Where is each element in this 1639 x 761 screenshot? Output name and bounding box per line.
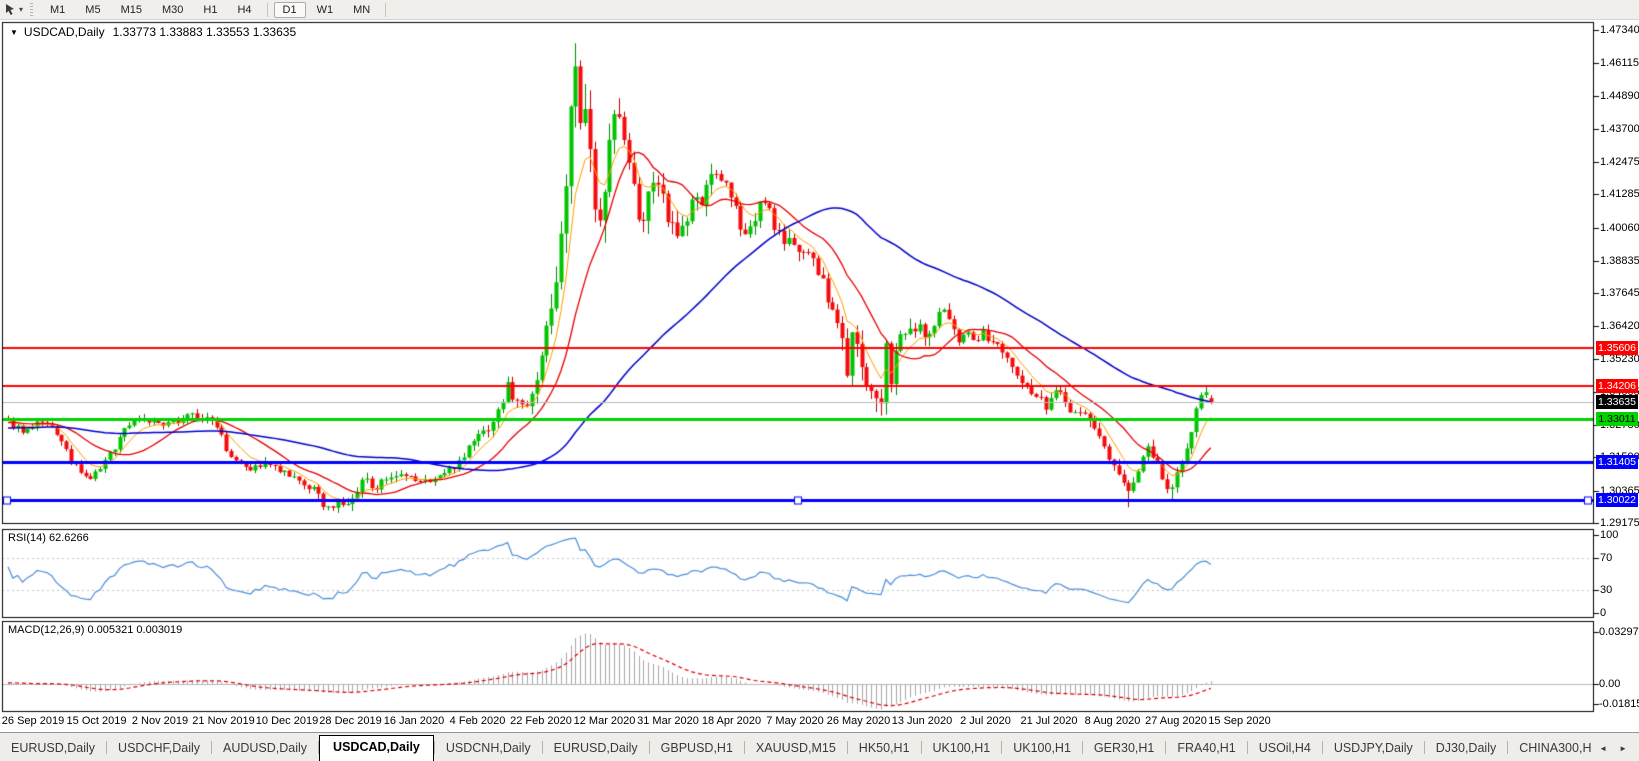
- chart-tab-uk100-h1[interactable]: UK100,H1: [922, 736, 1002, 761]
- chart-ohlc-values: 1.33773 1.33883 1.33553 1.33635: [112, 25, 297, 39]
- chart-tab-usoil-h4[interactable]: USOil,H4: [1248, 736, 1322, 761]
- macd-indicator-label: MACD(12,26,9) 0.005321 0.003019: [8, 624, 183, 636]
- timeframe-button-h1[interactable]: H1: [194, 2, 226, 18]
- chart-tab-gbpusd-h1[interactable]: GBPUSD,H1: [650, 736, 744, 761]
- chart-tab-audusd-daily[interactable]: AUDUSD,Daily: [212, 736, 318, 761]
- timeframe-button-h4[interactable]: H4: [228, 2, 260, 18]
- chart-symbol-label: USDCAD,Daily: [23, 25, 105, 39]
- timeframe-button-m30[interactable]: M30: [153, 2, 192, 18]
- timeframe-button-mn[interactable]: MN: [344, 2, 379, 18]
- chevron-down-icon[interactable]: ▾: [19, 5, 23, 14]
- chart-tab-china300-h1[interactable]: CHINA300,H1: [1508, 736, 1591, 761]
- chart-tab-xauusd-m15[interactable]: XAUUSD,M15: [745, 736, 847, 761]
- chart-tab-bar: EURUSD,Daily USDCHF,Daily AUDUSD,Daily USDC…: [0, 732, 1639, 761]
- timeframe-button-w1[interactable]: W1: [308, 2, 343, 18]
- chart-cursor-icon[interactable]: [4, 3, 17, 16]
- tab-scroll-arrows: ◄ ►: [1591, 744, 1639, 761]
- chart-tab-usdjpy-daily[interactable]: USDJPY,Daily: [1323, 736, 1424, 761]
- chart-tab-usdchf-daily[interactable]: USDCHF,Daily: [107, 736, 211, 761]
- toolbar-separator: [385, 2, 387, 17]
- chart-tab-uk100-h1[interactable]: UK100,H1: [1002, 736, 1082, 761]
- chart-tab-dj30-daily[interactable]: DJ30,Daily: [1425, 736, 1507, 761]
- timeframe-button-m1[interactable]: M1: [41, 2, 74, 18]
- chart-title: ▼ USDCAD,Daily 1.33773 1.33883 1.33553 1.3…: [10, 25, 296, 39]
- chart-tab-fra40-h1[interactable]: FRA40,H1: [1166, 736, 1246, 761]
- toolbar: ▾ M1 M5 M15 M30 H1 H4 D1 W1 MN: [0, 0, 1639, 20]
- chart-tab-ger30-h1[interactable]: GER30,H1: [1083, 736, 1165, 761]
- chart-tab-usdcnh-daily[interactable]: USDCNH,Daily: [435, 736, 542, 761]
- chart-tabs: EURUSD,Daily USDCHF,Daily AUDUSD,Daily USDC…: [0, 733, 1591, 761]
- chart-tab-usdcad-daily[interactable]: USDCAD,Daily: [319, 735, 434, 761]
- symbol-menu-icon[interactable]: ▼: [10, 28, 18, 37]
- tab-scroll-left-icon[interactable]: ◄: [1599, 744, 1607, 753]
- toolbar-separator: [266, 2, 268, 17]
- timeframe-button-d1[interactable]: D1: [273, 1, 306, 18]
- rsi-indicator-label: RSI(14) 62.6266: [8, 532, 89, 544]
- timeframe-button-m15[interactable]: M15: [112, 2, 151, 18]
- chart-tab-hk50-h1[interactable]: HK50,H1: [848, 736, 921, 761]
- chart-tab-eurusd-daily[interactable]: EURUSD,Daily: [543, 736, 649, 761]
- chart-tab-eurusd-daily[interactable]: EURUSD,Daily: [0, 736, 106, 761]
- chart-canvas[interactable]: [0, 0, 1639, 760]
- timeframe-button-m5[interactable]: M5: [76, 2, 109, 18]
- toolbar-grip[interactable]: [30, 3, 34, 16]
- tab-scroll-right-icon[interactable]: ►: [1619, 744, 1627, 753]
